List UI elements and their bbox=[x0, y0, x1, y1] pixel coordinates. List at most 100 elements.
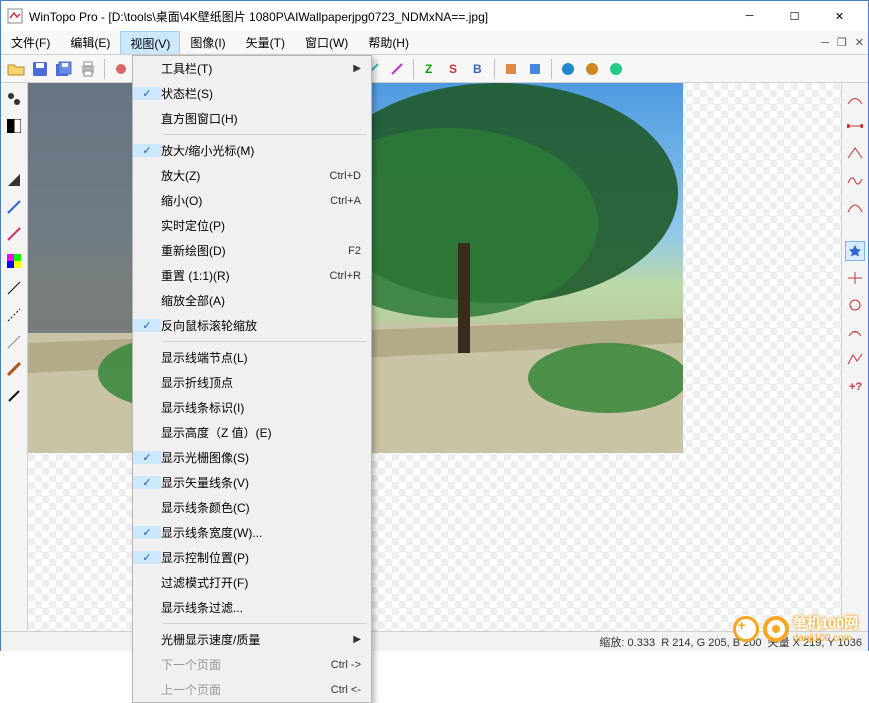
lt-wedge-icon[interactable] bbox=[4, 170, 24, 190]
lt-slash2-icon[interactable] bbox=[4, 224, 24, 244]
menu-item[interactable]: 重置 (1:1)(R)Ctrl+R bbox=[133, 263, 371, 288]
rt-v6-icon[interactable] bbox=[845, 268, 865, 288]
lt-pen-icon[interactable] bbox=[4, 386, 24, 406]
maximize-button[interactable]: ☐ bbox=[772, 2, 817, 31]
menu-item[interactable]: 光栅显示速度/质量▶ bbox=[133, 627, 371, 652]
mdi-restore-icon[interactable]: ❐ bbox=[837, 36, 847, 49]
watermark: 单机100网 danji100.com bbox=[733, 613, 858, 644]
check-icon: ✓ bbox=[133, 551, 161, 564]
lt-line1-icon[interactable] bbox=[4, 278, 24, 298]
cc2-icon[interactable] bbox=[581, 58, 603, 80]
save-icon[interactable] bbox=[29, 58, 51, 80]
toolbar-sep bbox=[494, 59, 495, 79]
z-icon[interactable]: Z bbox=[419, 58, 441, 80]
menu-view[interactable]: 视图(V) bbox=[120, 31, 180, 54]
shortcut-label: Ctrl+A bbox=[330, 195, 361, 207]
menu-image[interactable]: 图像(I) bbox=[180, 31, 235, 54]
lt-slash1-icon[interactable] bbox=[4, 197, 24, 217]
menu-edit[interactable]: 编辑(E) bbox=[60, 31, 120, 54]
watermark-text2: danji100.com bbox=[793, 633, 858, 644]
rt-v1-icon[interactable] bbox=[845, 89, 865, 109]
menu-item-label: 反向鼠标滚轮缩放 bbox=[161, 317, 361, 334]
svg-text:B: B bbox=[473, 62, 482, 76]
menu-item[interactable]: ✓显示光栅图像(S) bbox=[133, 445, 371, 470]
saveall-icon[interactable] bbox=[53, 58, 75, 80]
menu-item[interactable]: ✓显示控制位置(P) bbox=[133, 545, 371, 570]
menu-item[interactable]: 缩小(O)Ctrl+A bbox=[133, 188, 371, 213]
rt-v5-icon[interactable] bbox=[845, 197, 865, 217]
menu-file[interactable]: 文件(F) bbox=[1, 31, 60, 54]
rt-help-icon[interactable]: +? bbox=[845, 376, 865, 396]
menu-item-label: 显示线条宽度(W)... bbox=[161, 524, 361, 541]
rt-v7-icon[interactable] bbox=[845, 295, 865, 315]
mdi-minimize-icon[interactable]: ─ bbox=[821, 37, 829, 49]
menu-item[interactable]: 放大(Z)Ctrl+D bbox=[133, 163, 371, 188]
minimize-button[interactable]: ─ bbox=[727, 2, 772, 31]
menu-item-label: 下一个页面 bbox=[161, 656, 331, 673]
lt-line3-icon[interactable] bbox=[4, 332, 24, 352]
print-icon[interactable] bbox=[77, 58, 99, 80]
lt-bw-icon[interactable] bbox=[4, 116, 24, 136]
right-toolbar: +? bbox=[841, 83, 868, 631]
svg-text:+?: +? bbox=[849, 381, 862, 393]
view-dropdown: 工具栏(T)▶✓状态栏(S)直方图窗口(H)✓放大/缩小光标(M)放大(Z)Ct… bbox=[132, 55, 372, 703]
menu-item[interactable]: 显示线条过滤... bbox=[133, 595, 371, 620]
rt-v9-icon[interactable] bbox=[845, 349, 865, 369]
menu-item[interactable]: 显示线端节点(L) bbox=[133, 345, 371, 370]
b-icon[interactable]: B bbox=[467, 58, 489, 80]
menu-item[interactable]: 缩放全部(A) bbox=[133, 288, 371, 313]
shortcut-label: F2 bbox=[348, 245, 361, 257]
menu-item[interactable]: 实时定位(P) bbox=[133, 213, 371, 238]
rt-star-icon[interactable] bbox=[845, 241, 865, 261]
left-toolbar bbox=[1, 83, 28, 631]
menu-item-label: 过滤模式打开(F) bbox=[161, 574, 361, 591]
cc1-icon[interactable] bbox=[557, 58, 579, 80]
rt-v2-icon[interactable] bbox=[845, 116, 865, 136]
toolbar-sep bbox=[551, 59, 552, 79]
mdi-close-icon[interactable]: ✕ bbox=[855, 36, 864, 49]
menu-item[interactable]: 过滤模式打开(F) bbox=[133, 570, 371, 595]
menu-vector[interactable]: 矢量(T) bbox=[236, 31, 295, 54]
menu-item-label: 重置 (1:1)(R) bbox=[161, 267, 330, 284]
menu-item[interactable]: ✓放大/缩小光标(M) bbox=[133, 138, 371, 163]
pen3-icon[interactable] bbox=[386, 58, 408, 80]
s-icon[interactable]: S bbox=[443, 58, 465, 80]
menu-item-label: 放大/缩小光标(M) bbox=[161, 142, 361, 159]
menu-item: 上一个页面Ctrl <- bbox=[133, 677, 371, 702]
menu-item[interactable]: 显示高度（Z 值）(E) bbox=[133, 420, 371, 445]
menu-item[interactable]: 工具栏(T)▶ bbox=[133, 56, 371, 81]
menu-item[interactable]: 显示线条颜色(C) bbox=[133, 495, 371, 520]
menu-item-label: 实时定位(P) bbox=[161, 217, 361, 234]
menu-item[interactable]: ✓反向鼠标滚轮缩放 bbox=[133, 313, 371, 338]
rt-v3-icon[interactable] bbox=[845, 143, 865, 163]
open-icon[interactable] bbox=[5, 58, 27, 80]
tool-a-icon[interactable] bbox=[110, 58, 132, 80]
menu-help[interactable]: 帮助(H) bbox=[358, 31, 419, 54]
menu-item-label: 放大(Z) bbox=[161, 167, 330, 184]
lt-colors-icon[interactable] bbox=[4, 251, 24, 271]
menubar: 文件(F) 编辑(E) 视图(V) 图像(I) 矢量(T) 窗口(W) 帮助(H… bbox=[1, 31, 868, 55]
lt-brush-icon[interactable] bbox=[4, 359, 24, 379]
menu-item-label: 显示折线顶点 bbox=[161, 374, 361, 391]
menu-item[interactable]: ✓显示线条宽度(W)... bbox=[133, 520, 371, 545]
menu-item[interactable]: 直方图窗口(H) bbox=[133, 106, 371, 131]
submenu-arrow-icon: ▶ bbox=[351, 63, 361, 74]
menu-item-label: 显示线条过滤... bbox=[161, 599, 361, 616]
menu-window[interactable]: 窗口(W) bbox=[295, 31, 358, 54]
cc3-icon[interactable] bbox=[605, 58, 627, 80]
titlebar: WinTopo Pro - [D:\tools\桌面\4K壁纸图片 1080P\… bbox=[1, 1, 868, 31]
menu-item[interactable]: 重新绘图(D)F2 bbox=[133, 238, 371, 263]
rt-v4-icon[interactable] bbox=[845, 170, 865, 190]
menu-item[interactable]: ✓状态栏(S) bbox=[133, 81, 371, 106]
menu-item[interactable]: 显示线条标识(I) bbox=[133, 395, 371, 420]
menu-item[interactable]: 显示折线顶点 bbox=[133, 370, 371, 395]
menu-item-label: 状态栏(S) bbox=[161, 85, 361, 102]
lt-dot-icon[interactable] bbox=[4, 89, 24, 109]
sq1-icon[interactable] bbox=[500, 58, 522, 80]
rt-v8-icon[interactable] bbox=[845, 322, 865, 342]
sq2-icon[interactable] bbox=[524, 58, 546, 80]
close-button[interactable]: ✕ bbox=[817, 2, 862, 31]
menu-item[interactable]: ✓显示矢量线条(V) bbox=[133, 470, 371, 495]
lt-moon-icon[interactable] bbox=[4, 143, 24, 163]
lt-line2-icon[interactable] bbox=[4, 305, 24, 325]
